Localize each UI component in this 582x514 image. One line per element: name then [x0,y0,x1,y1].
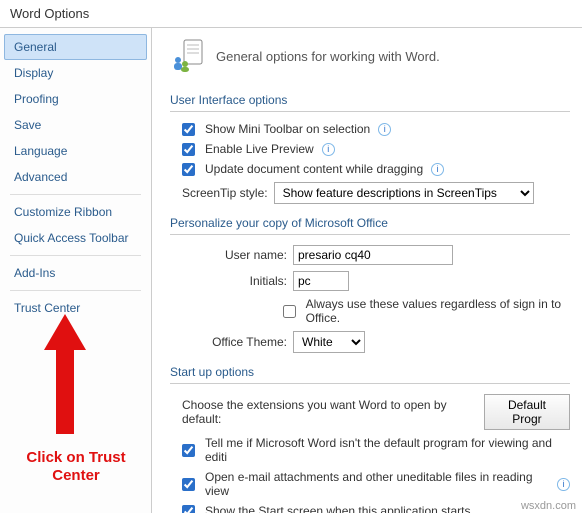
always-use-label: Always use these values regardless of si… [306,297,570,325]
main-layout: General Display Proofing Save Language A… [0,27,582,513]
live-preview-label: Enable Live Preview [205,142,314,156]
help-icon[interactable]: i [378,123,391,136]
mini-toolbar-label: Show Mini Toolbar on selection [205,122,370,136]
sidebar: General Display Proofing Save Language A… [0,28,152,513]
tell-me-label: Tell me if Microsoft Word isn't the defa… [205,436,570,464]
initials-label: Initials: [182,274,287,288]
sidebar-item-addins[interactable]: Add-Ins [4,260,147,286]
section-startup-title: Start up options [170,365,570,384]
open-email-checkbox[interactable] [182,478,195,491]
sidebar-separator [10,194,141,195]
theme-label: Office Theme: [182,335,287,349]
choose-ext-label: Choose the extensions you want Word to o… [182,398,478,426]
watermark: wsxdn.com [521,500,576,512]
initials-input[interactable] [293,271,349,291]
sidebar-item-proofing[interactable]: Proofing [4,86,147,112]
annotation-arrow [44,314,86,437]
sidebar-item-display[interactable]: Display [4,60,147,86]
general-icon [170,38,204,75]
page-header-text: General options for working with Word. [216,49,440,64]
page-header: General options for working with Word. [170,38,570,75]
theme-select[interactable]: White [293,331,365,353]
show-start-checkbox[interactable] [182,505,195,514]
open-email-label: Open e-mail attachments and other unedit… [205,470,549,498]
sidebar-item-language[interactable]: Language [4,138,147,164]
sidebar-separator [10,290,141,291]
screentip-label: ScreenTip style: [182,186,268,200]
update-drag-checkbox[interactable] [182,163,195,176]
help-icon[interactable]: i [431,163,444,176]
sidebar-item-save[interactable]: Save [4,112,147,138]
sidebar-item-advanced[interactable]: Advanced [4,164,147,190]
content-pane: General options for working with Word. U… [152,28,582,513]
sidebar-item-quick-access[interactable]: Quick Access Toolbar [4,225,147,251]
section-ui-title: User Interface options [170,93,570,112]
username-label: User name: [182,248,287,262]
screentip-select[interactable]: Show feature descriptions in ScreenTips [274,182,534,204]
sidebar-separator [10,255,141,256]
update-drag-label: Update document content while dragging [205,162,423,176]
section-personal-title: Personalize your copy of Microsoft Offic… [170,216,570,235]
mini-toolbar-checkbox[interactable] [182,123,195,136]
tell-me-checkbox[interactable] [182,444,195,457]
sidebar-item-general[interactable]: General [4,34,147,60]
always-use-checkbox[interactable] [283,305,296,318]
show-start-label: Show the Start screen when this applicat… [205,504,470,513]
annotation-text: Click on Trust Center [6,449,146,485]
username-input[interactable] [293,245,453,265]
live-preview-checkbox[interactable] [182,143,195,156]
default-programs-button[interactable]: Default Progr [484,394,570,430]
window-title: Word Options [0,0,582,27]
help-icon[interactable]: i [557,478,570,491]
help-icon[interactable]: i [322,143,335,156]
sidebar-item-customize-ribbon[interactable]: Customize Ribbon [4,199,147,225]
